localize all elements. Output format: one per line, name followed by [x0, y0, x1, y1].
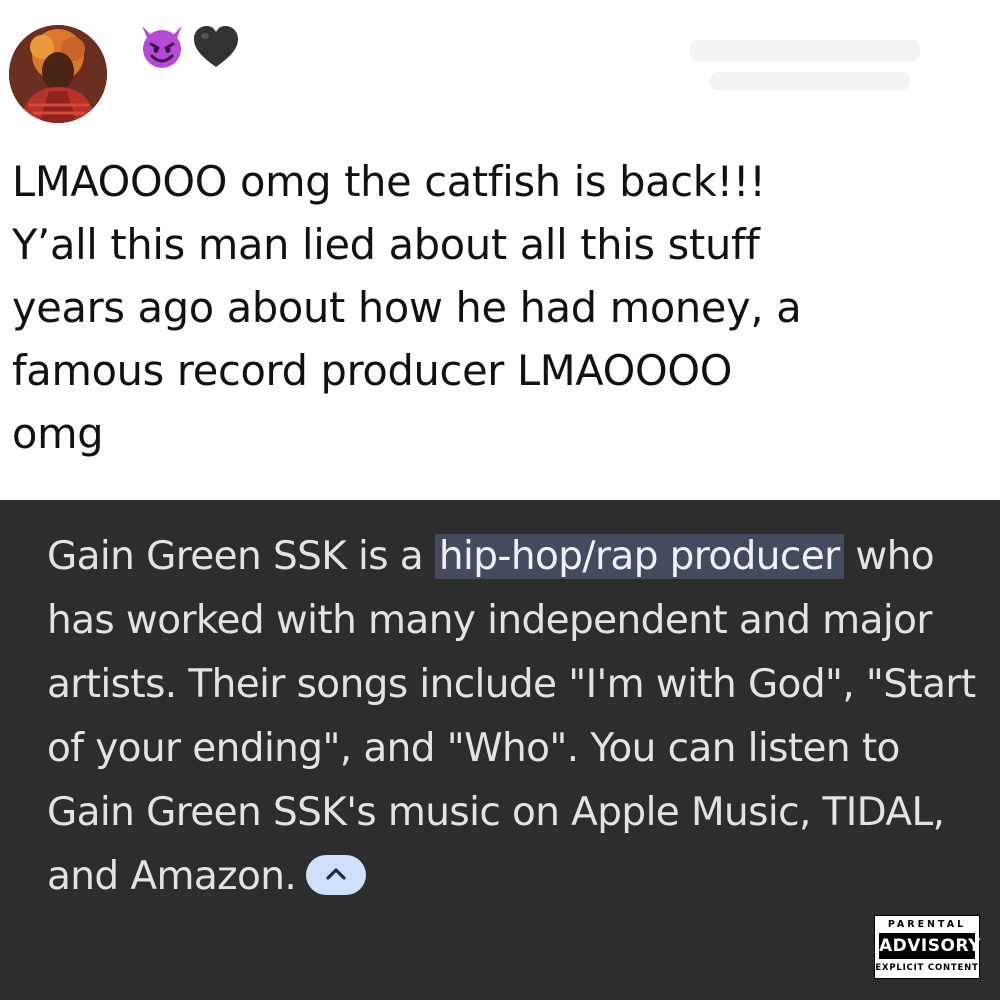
snippet-text-part1: Gain Green SSK is a [47, 534, 435, 579]
tweet-text: LMAOOOO omg the catfish is back!!! Y’all… [12, 157, 802, 458]
parental-advisory-label: PARENTAL ADVISORY EXPLICIT CONTENT [874, 915, 980, 979]
smiling-devil-emoji-icon [138, 22, 186, 70]
advisory-bottom-text: EXPLICIT CONTENT [875, 963, 979, 973]
snippet-text: Gain Green SSK is a hip-hop/rap producer… [47, 525, 977, 909]
faded-header-area [690, 40, 920, 100]
collapse-button[interactable] [306, 854, 367, 895]
snippet-text-part2: who has worked with many independent and… [47, 534, 976, 899]
snippet-highlight: hip-hop/rap producer [434, 534, 844, 579]
advisory-middle-text: ADVISORY [879, 933, 980, 959]
advisory-top-text: PARENTAL [887, 919, 967, 930]
chevron-up-icon [326, 867, 346, 880]
search-snippet-card: Gain Green SSK is a hip-hop/rap producer… [0, 500, 1000, 1000]
tweet-card: LMAOOOO omg the catfish is back!!! Y’all… [0, 0, 1000, 500]
avatar[interactable] [9, 25, 107, 123]
black-heart-emoji-icon [192, 24, 240, 70]
